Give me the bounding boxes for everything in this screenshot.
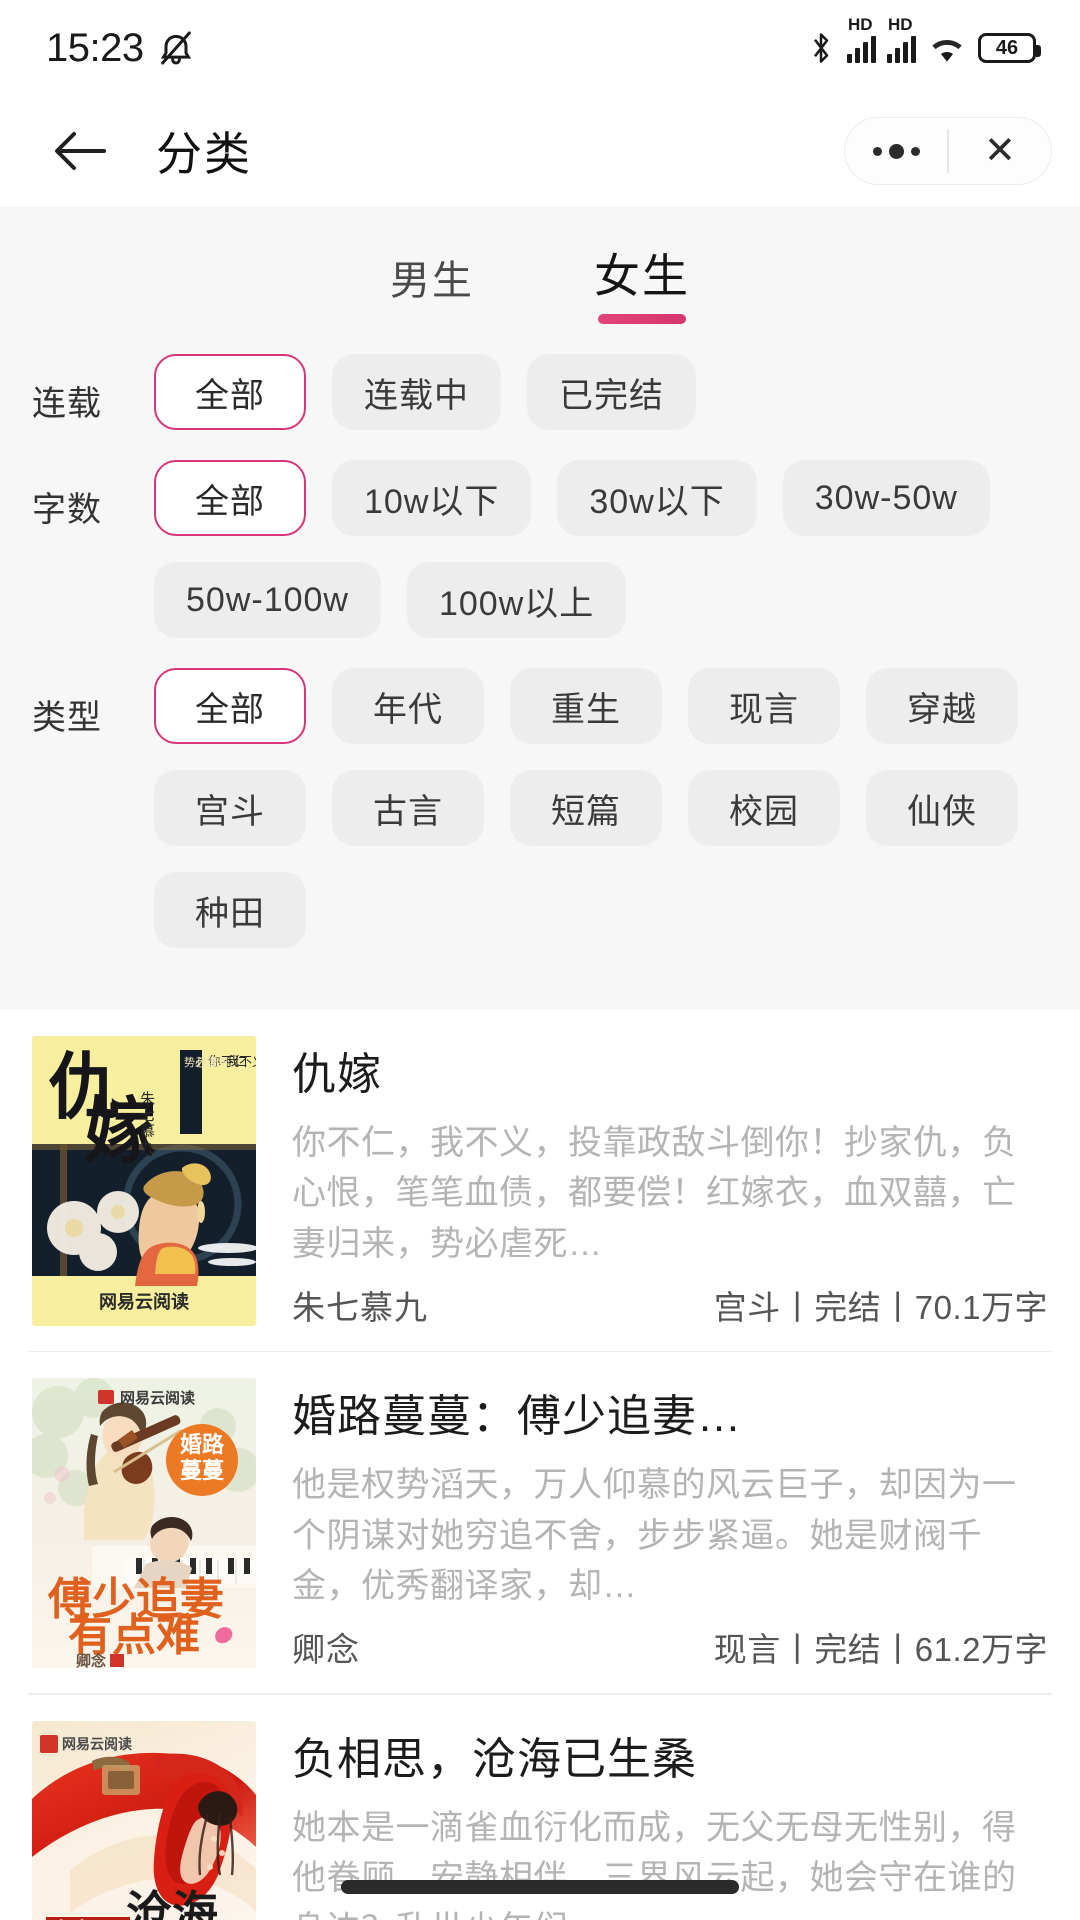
chip-category-9[interactable]: 仙侠 (866, 770, 1018, 846)
chip-serialization-1[interactable]: 连载中 (332, 354, 501, 430)
chip-wordcount-1[interactable]: 10w以下 (332, 460, 532, 536)
close-button[interactable]: ✕ (949, 118, 1051, 184)
book-cover: 仇 嫁 朱 七 慕 九 你不仁 我不义 势必虐 死渣男 网易云阅读 (32, 1036, 256, 1326)
filter-label-wordcount: 字数 (32, 491, 102, 529)
book-tags: 现言丨完结丨61.2万字 (713, 1631, 1048, 1669)
svg-text:有点难: 有点难 (68, 1611, 200, 1660)
svg-text:我不义: 我不义 (226, 1054, 256, 1069)
chip-category-4[interactable]: 穿越 (866, 668, 1018, 744)
status-bar-right: HD HD 46 (806, 15, 1041, 66)
filter-row-serialization: 连载 全部 连载中 已完结 (0, 354, 1080, 430)
book-cover-art-2: 婚路 蔓蔓 网易云阅读 傅少追妻 有点难 卿念 (32, 1378, 256, 1669)
chip-wordcount-2[interactable]: 30w以下 (557, 460, 757, 536)
more-button[interactable] (845, 118, 947, 184)
filter-chips-serialization: 全部 连载中 已完结 (154, 354, 724, 430)
svg-text:慕: 慕 (140, 1123, 155, 1140)
book-cover: 婚路 蔓蔓 网易云阅读 傅少追妻 有点难 卿念 (32, 1378, 256, 1669)
chip-serialization-2[interactable]: 已完结 (527, 354, 696, 430)
svg-text:七: 七 (140, 1107, 155, 1124)
filter-panel: 男生 女生 连载 全部 连载中 已完结 字数 全部 10w以下 30w以下 30… (0, 206, 1080, 1000)
filter-row-wordcount: 字数 全部 10w以下 30w以下 30w-50w 50w-100w 100w以… (0, 460, 1080, 638)
section-divider (0, 1000, 1080, 1010)
chip-serialization-0[interactable]: 全部 (154, 354, 306, 430)
battery-icon: 46 (978, 33, 1041, 63)
wifi-icon (927, 32, 967, 64)
book-meta: 卿念 现言丨完结丨61.2万字 (292, 1611, 1048, 1693)
book-description: 他是权势滔天，万人仰慕的风云巨子，却因为一个阴谋对她穷追不舍，步步紧逼。她是财阀… (292, 1466, 1017, 1606)
book-cover-art-3: 网易云阅读 负相思 沧海 已生桑 FUXIANGSI CANGHAI YISHE… (32, 1720, 256, 1920)
filter-row-category: 类型 全部 年代 重生 现言 穿越 宫斗 古言 短篇 校园 仙侠 种田 (0, 668, 1080, 948)
bell-mute-icon (156, 28, 196, 68)
book-description: 她本是一滴雀血衍化而成，无父无母无性别，得他眷顾，安静相伴。三界风云起，她会守在… (292, 1808, 1017, 1920)
book-description: 你不仁，我不义，投靠政敌斗倒你！抄家仇，负心恨，笔笔血债，都要偿！红嫁衣，血双囍… (292, 1124, 1017, 1263)
gender-tabs: 男生 女生 (0, 206, 1080, 324)
status-clock: 15:23 (46, 25, 144, 70)
book-title: 仇嫁 (292, 1050, 382, 1099)
page-title: 分类 (156, 128, 252, 180)
svg-text:蔓蔓: 蔓蔓 (180, 1458, 225, 1483)
book-author: 朱七慕九 (292, 1288, 428, 1326)
chip-category-5[interactable]: 宫斗 (154, 770, 306, 846)
svg-text:网易云阅读: 网易云阅读 (99, 1291, 189, 1312)
chip-category-2[interactable]: 重生 (510, 668, 662, 744)
tab-female-label: 女生 (594, 250, 690, 302)
tab-active-underline (598, 314, 686, 324)
book-meta: 朱七慕九 宫斗丨完结丨70.1万字 (292, 1269, 1048, 1351)
book-author: 卿念 (292, 1631, 360, 1669)
book-list-item[interactable]: 婚路 蔓蔓 网易云阅读 傅少追妻 有点难 卿念 婚路蔓蔓：傅少追妻… 他是权势滔… (0, 1352, 1080, 1693)
hd-label-sim1: HD (848, 15, 873, 34)
book-info: 婚路蔓蔓：傅少追妻… 他是权势滔天，万人仰慕的风云巨子，却因为一个阴谋对她穷追不… (256, 1378, 1048, 1693)
book-list-item[interactable]: 仇 嫁 朱 七 慕 九 你不仁 我不义 势必虐 死渣男 网易云阅读 仇嫁 你不仁… (0, 1010, 1080, 1351)
chip-category-6[interactable]: 古言 (332, 770, 484, 846)
chip-wordcount-3[interactable]: 30w-50w (782, 460, 990, 536)
signal-bars-sim2 (887, 33, 916, 63)
nav-bar: 分类 ✕ (0, 96, 1080, 206)
back-button[interactable] (46, 117, 114, 185)
book-title: 负相思，沧海已生桑 (292, 1734, 697, 1784)
close-icon: ✕ (983, 130, 1016, 172)
miniapp-capsule: ✕ (844, 117, 1052, 185)
svg-text:婚路: 婚路 (180, 1432, 225, 1457)
signal-icon-sim2: HD (887, 15, 916, 63)
svg-text:沧海: 沧海 (126, 1888, 218, 1920)
tab-female[interactable]: 女生 (594, 240, 690, 324)
chip-category-1[interactable]: 年代 (332, 668, 484, 744)
book-list: 仇 嫁 朱 七 慕 九 你不仁 我不义 势必虐 死渣男 网易云阅读 仇嫁 你不仁… (0, 1010, 1080, 1920)
svg-text:卿念: 卿念 (76, 1652, 106, 1668)
signal-bars-sim1 (847, 33, 876, 63)
book-title: 婚路蔓蔓：傅少追妻… (292, 1392, 742, 1442)
chip-wordcount-5[interactable]: 100w以上 (406, 562, 627, 638)
chip-wordcount-0[interactable]: 全部 (154, 460, 306, 536)
tab-male-label: 男生 (390, 259, 474, 303)
battery-level: 46 (995, 36, 1019, 59)
filter-label-category: 类型 (32, 699, 102, 737)
chip-category-8[interactable]: 校园 (688, 770, 840, 846)
tab-male[interactable]: 男生 (390, 248, 474, 324)
book-info: 仇嫁 你不仁，我不义，投靠政敌斗倒你！抄家仇，负心恨，笔笔血债，都要偿！红嫁衣，… (256, 1036, 1048, 1351)
home-indicator[interactable] (341, 1880, 739, 1894)
svg-text:网易云阅读: 网易云阅读 (62, 1736, 132, 1752)
hd-label-sim2: HD (888, 15, 913, 34)
chip-category-7[interactable]: 短篇 (510, 770, 662, 846)
filter-chips-wordcount: 全部 10w以下 30w以下 30w-50w 50w-100w 100w以上 (154, 460, 1080, 638)
svg-text:死渣男: 死渣男 (196, 1055, 229, 1069)
chip-category-3[interactable]: 现言 (688, 668, 840, 744)
status-bar: 15:23 HD HD 46 (0, 0, 1080, 96)
book-tags: 宫斗丨完结丨70.1万字 (713, 1288, 1048, 1326)
chip-wordcount-4[interactable]: 50w-100w (154, 562, 381, 638)
more-dots-icon (872, 143, 920, 159)
signal-icon-sim1: HD (847, 15, 876, 63)
bluetooth-icon (806, 30, 836, 66)
chip-category-0[interactable]: 全部 (154, 668, 306, 744)
svg-text:朱: 朱 (140, 1091, 155, 1108)
chip-category-10[interactable]: 种田 (154, 872, 306, 948)
svg-text:九: 九 (140, 1139, 155, 1156)
app-screen: 15:23 HD HD 46 分类 ✕ 男生 女生 连载 全部 连载中 已完结 … (0, 0, 1080, 1920)
status-bar-left: 15:23 (46, 26, 196, 71)
book-cover-art-1: 仇 嫁 朱 七 慕 九 你不仁 我不义 势必虐 死渣男 网易云阅读 (32, 1036, 256, 1326)
filter-chips-category: 全部 年代 重生 现言 穿越 宫斗 古言 短篇 校园 仙侠 种田 (154, 668, 1080, 948)
filter-label-serialization: 连载 (32, 385, 102, 423)
book-cover: 网易云阅读 负相思 沧海 已生桑 FUXIANGSI CANGHAI YISHE… (32, 1720, 256, 1920)
svg-text:网易云阅读: 网易云阅读 (120, 1389, 195, 1407)
